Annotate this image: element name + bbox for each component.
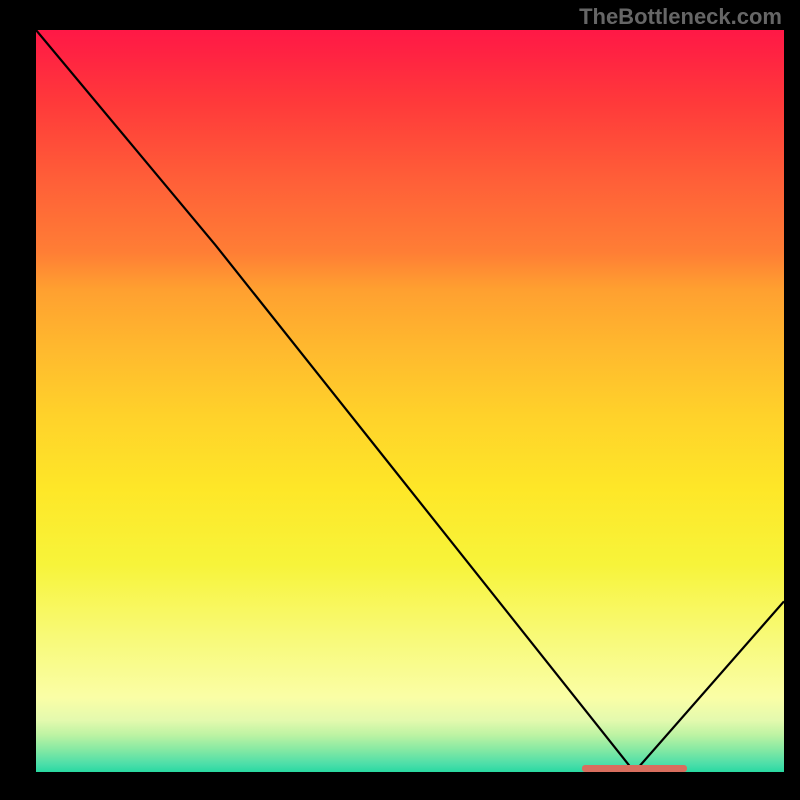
bottleneck-curve	[36, 30, 784, 772]
chart-plot-area	[36, 30, 784, 772]
watermark-text: TheBottleneck.com	[579, 4, 782, 30]
optimal-range-marker	[582, 765, 687, 772]
